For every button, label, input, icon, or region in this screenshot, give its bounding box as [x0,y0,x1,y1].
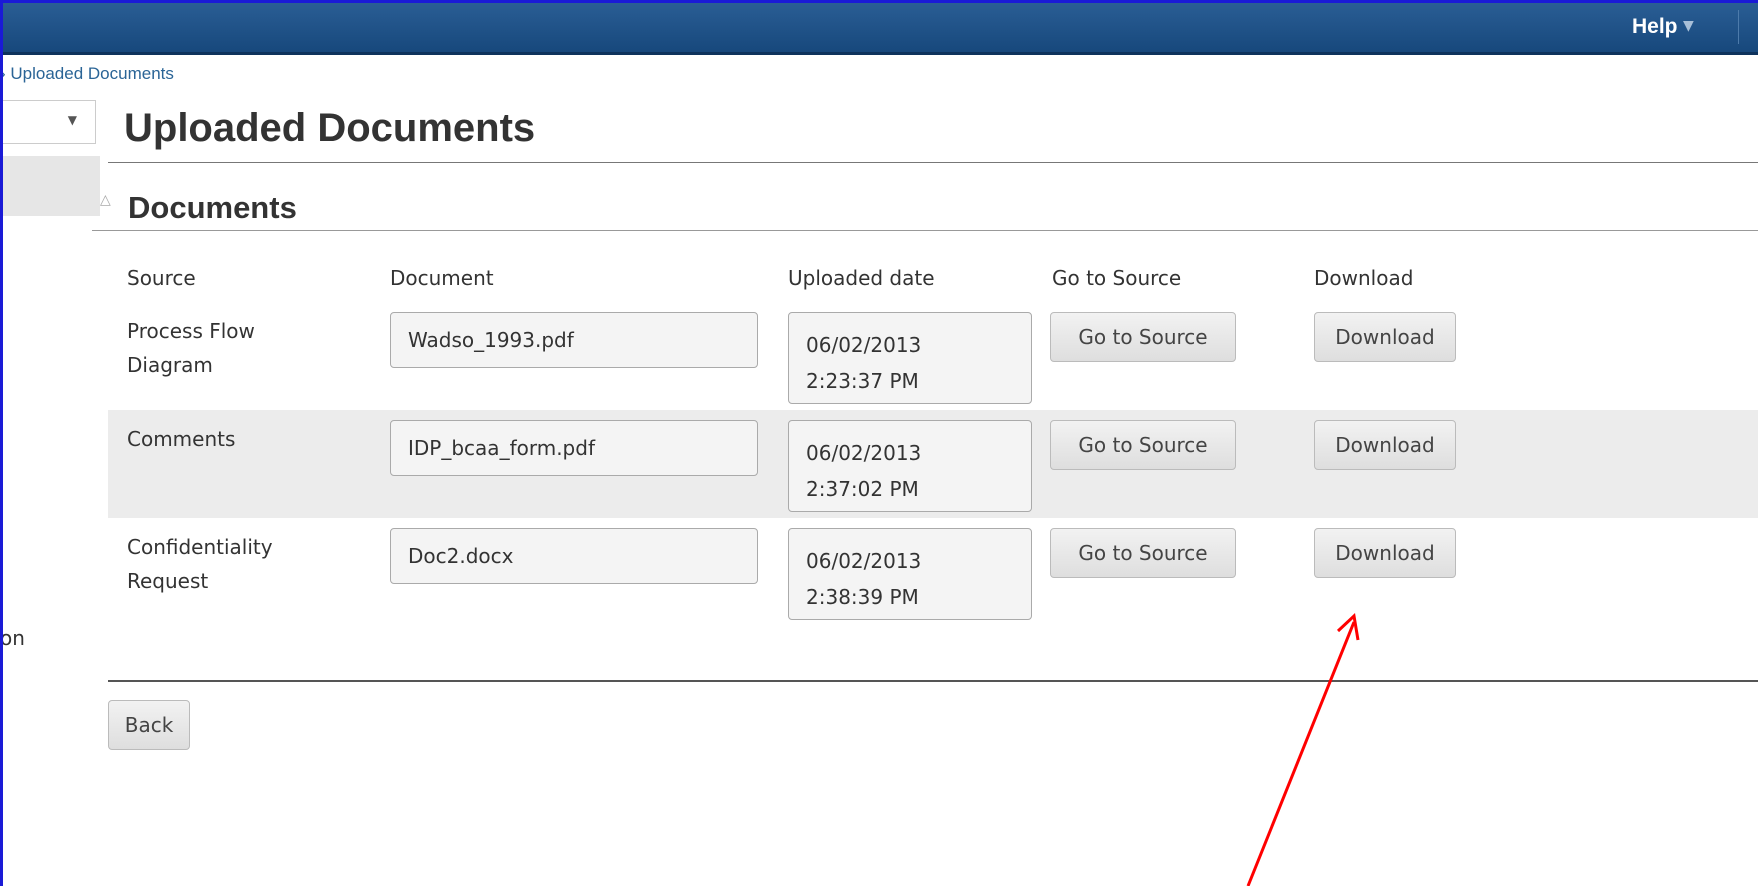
annotation-arrow-icon [1246,612,1360,886]
arrow-shaft [1246,621,1356,886]
